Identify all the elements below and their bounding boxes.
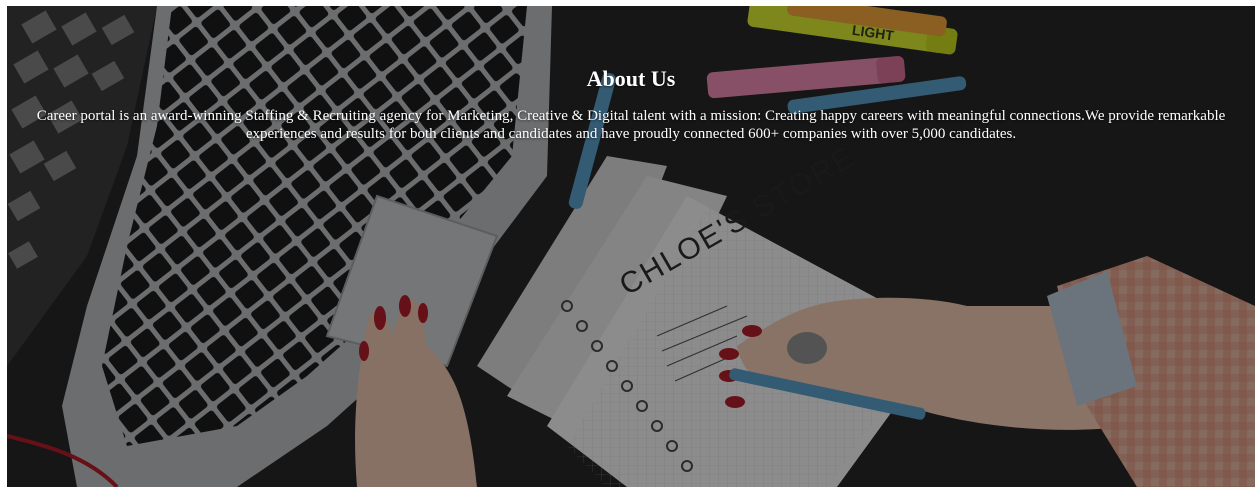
about-description: Career portal is an award-winning Staffi…: [36, 108, 1226, 142]
about-content: About Us Career portal is an award-winni…: [7, 6, 1255, 143]
about-section: CHLOE'S STORE LIGHT About Us Career port…: [7, 6, 1255, 487]
section-title: About Us: [586, 66, 676, 91]
